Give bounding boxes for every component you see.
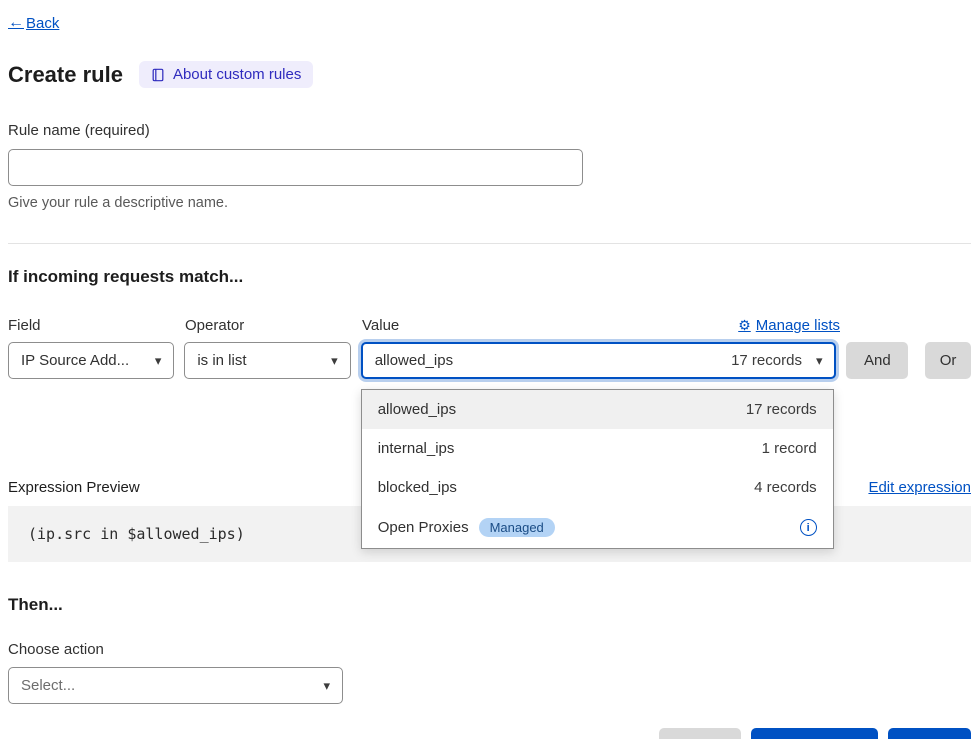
operator-column-label: Operator bbox=[185, 317, 352, 334]
back-link-label: Back bbox=[26, 15, 59, 32]
info-icon[interactable]: i bbox=[800, 519, 817, 536]
rule-name-label: Rule name (required) bbox=[8, 122, 971, 139]
page-title: Create rule bbox=[8, 62, 123, 88]
value-select-wrap: allowed_ips 17 records ▾ allowed_ips 17 … bbox=[361, 342, 837, 379]
about-custom-rules-link[interactable]: About custom rules bbox=[139, 61, 313, 88]
list-item-meta: 17 records bbox=[746, 401, 817, 418]
create-rule-page: ← Back Create rule About custom rules Ru… bbox=[0, 0, 979, 739]
value-select-meta: 17 records bbox=[731, 352, 802, 369]
list-dropdown-panel: allowed_ips 17 records internal_ips 1 re… bbox=[361, 389, 834, 549]
list-item-name: Open Proxies bbox=[378, 519, 469, 536]
match-column-labels: Field Operator Value ⚙ Manage lists bbox=[8, 317, 971, 334]
choose-action-label: Choose action bbox=[8, 641, 971, 658]
then-heading: Then... bbox=[8, 595, 971, 615]
list-item-name: allowed_ips bbox=[378, 401, 456, 418]
field-select[interactable]: IP Source Add... ▾ bbox=[8, 342, 174, 379]
match-heading: If incoming requests match... bbox=[8, 267, 971, 287]
action-select-placeholder: Select... bbox=[21, 677, 75, 694]
value-select-name: allowed_ips bbox=[375, 352, 453, 369]
section-divider bbox=[8, 243, 971, 244]
back-link[interactable]: ← Back bbox=[8, 14, 59, 32]
operator-select[interactable]: is in list ▾ bbox=[184, 342, 350, 379]
action-select[interactable]: Select... ▾ bbox=[8, 667, 343, 704]
list-item-allowed-ips[interactable]: allowed_ips 17 records bbox=[362, 390, 833, 429]
deploy-button[interactable]: Deploy bbox=[888, 728, 971, 739]
list-item-name: blocked_ips bbox=[378, 479, 457, 496]
field-select-value: IP Source Add... bbox=[21, 352, 129, 369]
value-column-label: Value bbox=[362, 317, 399, 334]
list-item-open-proxies[interactable]: Open Proxies Managed i bbox=[362, 507, 833, 548]
about-chip-label: About custom rules bbox=[173, 66, 301, 83]
gear-icon: ⚙ bbox=[738, 317, 751, 334]
list-item-blocked-ips[interactable]: blocked_ips 4 records bbox=[362, 468, 833, 507]
field-column-label: Field bbox=[8, 317, 175, 334]
chevron-down-icon: ▾ bbox=[331, 353, 338, 369]
value-select[interactable]: allowed_ips 17 records ▾ bbox=[361, 342, 837, 379]
and-button[interactable]: And bbox=[846, 342, 908, 379]
list-item-internal-ips[interactable]: internal_ips 1 record bbox=[362, 429, 833, 468]
or-button[interactable]: Or bbox=[925, 342, 971, 379]
book-icon bbox=[151, 68, 165, 82]
save-as-draft-button[interactable]: Save as Draft bbox=[751, 728, 878, 739]
edit-expression-link[interactable]: Edit expression bbox=[868, 479, 971, 496]
list-item-meta: 1 record bbox=[762, 440, 817, 457]
manage-lists-label: Manage lists bbox=[756, 317, 840, 334]
cancel-button[interactable]: Cancel bbox=[659, 728, 742, 739]
match-controls-row: IP Source Add... ▾ is in list ▾ allowed_… bbox=[8, 342, 971, 379]
footer-actions: Cancel Save as Draft Deploy bbox=[8, 728, 971, 739]
expression-preview-label: Expression Preview bbox=[8, 479, 140, 496]
rule-name-input[interactable] bbox=[8, 149, 583, 186]
back-arrow-icon: ← bbox=[8, 14, 24, 32]
rule-name-help: Give your rule a descriptive name. bbox=[8, 195, 971, 211]
chevron-down-icon: ▾ bbox=[816, 353, 823, 369]
list-item-meta: 4 records bbox=[754, 479, 817, 496]
managed-badge: Managed bbox=[479, 518, 555, 537]
manage-lists-link[interactable]: ⚙ Manage lists bbox=[738, 317, 840, 334]
chevron-down-icon: ▾ bbox=[323, 678, 330, 694]
list-item-name: internal_ips bbox=[378, 440, 455, 457]
operator-select-value: is in list bbox=[197, 352, 246, 369]
title-row: Create rule About custom rules bbox=[8, 61, 971, 88]
chevron-down-icon: ▾ bbox=[155, 353, 162, 369]
